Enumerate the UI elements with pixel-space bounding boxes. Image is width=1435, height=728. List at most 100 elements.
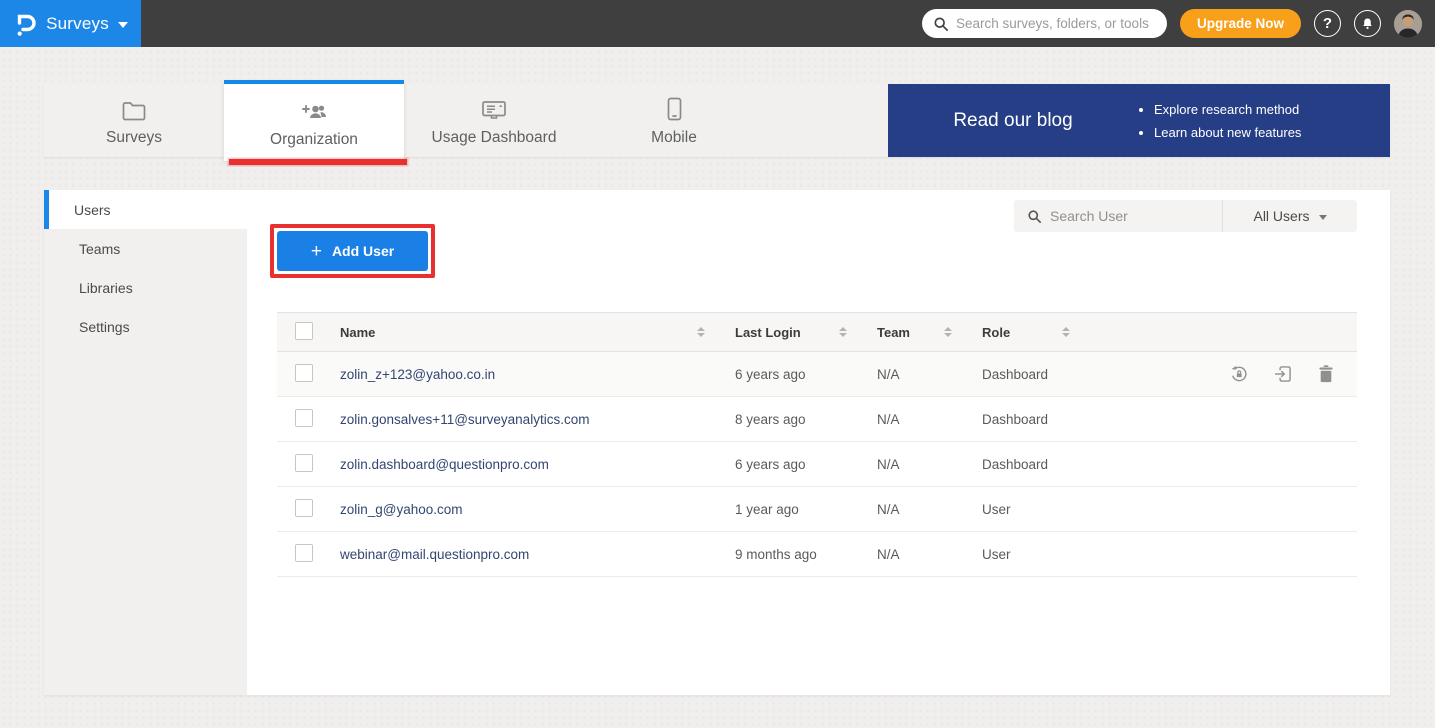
add-user-button-label: Add User bbox=[332, 243, 394, 259]
team-cell: N/A bbox=[861, 457, 966, 472]
users-table-header: Name Last Login Team Role bbox=[277, 312, 1357, 352]
sidebar-item-label: Libraries bbox=[79, 280, 133, 296]
role-cell: Dashboard bbox=[966, 412, 1084, 427]
last-login-cell: 1 year ago bbox=[719, 502, 861, 517]
sidebar-item-label: Settings bbox=[79, 319, 130, 335]
annotation-underline-organization bbox=[229, 159, 407, 165]
sort-icon[interactable] bbox=[839, 327, 847, 337]
tab-organization[interactable]: Organization bbox=[224, 80, 404, 161]
row-checkbox[interactable] bbox=[295, 409, 313, 427]
last-login-cell: 9 months ago bbox=[719, 547, 861, 562]
notifications-bell-icon[interactable] bbox=[1354, 10, 1381, 37]
all-users-dropdown[interactable]: All Users bbox=[1222, 200, 1357, 232]
table-row: zolin.dashboard@questionpro.com 6 years … bbox=[277, 442, 1357, 487]
table-row: zolin_g@yahoo.com 1 year ago N/A User bbox=[277, 487, 1357, 532]
users-table: Name Last Login Team Role bbox=[277, 312, 1357, 577]
table-row: zolin_z+123@yahoo.co.in 6 years ago N/A … bbox=[277, 352, 1357, 397]
tab-surveys[interactable]: Surveys bbox=[44, 84, 224, 157]
last-login-cell: 6 years ago bbox=[719, 457, 861, 472]
sidebar-item-label: Users bbox=[74, 202, 111, 218]
global-search bbox=[922, 9, 1167, 38]
add-people-icon bbox=[300, 97, 328, 123]
dashboard-icon bbox=[481, 95, 507, 121]
tab-label: Surveys bbox=[106, 129, 162, 147]
table-row: webinar@mail.questionpro.com 9 months ag… bbox=[277, 532, 1357, 577]
last-login-cell: 6 years ago bbox=[719, 367, 861, 382]
row-checkbox[interactable] bbox=[295, 454, 313, 472]
organization-sidebar: Users Teams Libraries Settings bbox=[44, 190, 247, 695]
user-email-link[interactable]: zolin_g@yahoo.com bbox=[340, 502, 463, 517]
add-user-button[interactable]: + Add User bbox=[277, 231, 428, 271]
annotation-box-add-user: + Add User bbox=[270, 224, 435, 278]
search-user-input[interactable] bbox=[1050, 208, 1208, 224]
user-avatar[interactable] bbox=[1394, 10, 1422, 38]
plus-icon: + bbox=[311, 242, 322, 261]
mobile-icon bbox=[667, 95, 682, 121]
all-users-dropdown-label: All Users bbox=[1253, 208, 1309, 224]
table-row: zolin.gonsalves+11@surveyanalytics.com 8… bbox=[277, 397, 1357, 442]
tab-label: Organization bbox=[270, 131, 358, 149]
reset-password-icon[interactable] bbox=[1229, 364, 1249, 384]
column-header-last-login: Last Login bbox=[735, 325, 801, 340]
sidebar-item-label: Teams bbox=[79, 241, 120, 257]
sidebar-item-settings[interactable]: Settings bbox=[44, 307, 247, 346]
tab-strip-filler bbox=[764, 84, 888, 157]
folder-icon bbox=[122, 95, 146, 121]
tab-mobile[interactable]: Mobile bbox=[584, 84, 764, 157]
module-tab-strip: Surveys Organization Usage Dashboard bbox=[44, 84, 1390, 157]
upgrade-now-button[interactable]: Upgrade Now bbox=[1180, 9, 1301, 38]
sort-icon[interactable] bbox=[1062, 327, 1070, 337]
column-header-team: Team bbox=[877, 325, 910, 340]
column-header-name: Name bbox=[340, 325, 375, 340]
role-cell: Dashboard bbox=[966, 367, 1084, 382]
search-icon bbox=[1028, 210, 1041, 223]
users-table-body: zolin_z+123@yahoo.co.in 6 years ago N/A … bbox=[277, 352, 1357, 577]
user-email-link[interactable]: zolin.dashboard@questionpro.com bbox=[340, 457, 549, 472]
team-cell: N/A bbox=[861, 547, 966, 562]
row-checkbox[interactable] bbox=[295, 499, 313, 517]
column-header-role: Role bbox=[982, 325, 1010, 340]
blog-banner-title: Read our blog bbox=[888, 110, 1138, 132]
sidebar-item-libraries[interactable]: Libraries bbox=[44, 268, 247, 307]
row-actions bbox=[1084, 364, 1357, 384]
user-email-link[interactable]: zolin.gonsalves+11@surveyanalytics.com bbox=[340, 412, 589, 427]
users-content: All Users + Add User Name Last Login bbox=[247, 190, 1390, 695]
blog-bullet: Explore research method bbox=[1154, 98, 1368, 121]
chevron-down-icon bbox=[118, 22, 128, 28]
sidebar-item-users[interactable]: Users bbox=[44, 190, 247, 229]
help-icon[interactable]: ? bbox=[1314, 10, 1341, 37]
row-checkbox[interactable] bbox=[295, 544, 313, 562]
user-filter-bar: All Users bbox=[1014, 200, 1357, 232]
blog-bullet: Learn about new features bbox=[1154, 121, 1368, 144]
role-cell: User bbox=[966, 502, 1084, 517]
global-search-input[interactable] bbox=[956, 16, 1155, 31]
role-cell: Dashboard bbox=[966, 457, 1084, 472]
team-cell: N/A bbox=[861, 412, 966, 427]
user-email-link[interactable]: zolin_z+123@yahoo.co.in bbox=[340, 367, 495, 382]
top-bar: Surveys Upgrade Now ? bbox=[0, 0, 1435, 47]
blog-banner-bullets: Explore research method Learn about new … bbox=[1138, 98, 1390, 144]
sort-icon[interactable] bbox=[697, 327, 705, 337]
team-cell: N/A bbox=[861, 502, 966, 517]
delete-icon[interactable] bbox=[1317, 364, 1335, 384]
team-cell: N/A bbox=[861, 367, 966, 382]
last-login-cell: 8 years ago bbox=[719, 412, 861, 427]
search-icon bbox=[934, 17, 948, 31]
organization-panel: Users Teams Libraries Settings All Users… bbox=[44, 190, 1390, 695]
tab-usage-dashboard[interactable]: Usage Dashboard bbox=[404, 84, 584, 157]
tab-label: Usage Dashboard bbox=[432, 129, 557, 147]
sort-icon[interactable] bbox=[944, 327, 952, 337]
select-all-checkbox[interactable] bbox=[295, 322, 313, 340]
sidebar-item-teams[interactable]: Teams bbox=[44, 229, 247, 268]
login-as-user-icon[interactable] bbox=[1273, 364, 1293, 384]
product-menu-label: Surveys bbox=[46, 14, 109, 34]
user-search bbox=[1014, 200, 1222, 232]
tab-label: Mobile bbox=[651, 129, 697, 147]
chevron-down-icon bbox=[1319, 215, 1327, 220]
row-checkbox[interactable] bbox=[295, 364, 313, 382]
read-blog-banner[interactable]: Read our blog Explore research method Le… bbox=[888, 84, 1390, 157]
user-email-link[interactable]: webinar@mail.questionpro.com bbox=[340, 547, 529, 562]
questionpro-logo-icon bbox=[13, 10, 37, 38]
product-menu[interactable]: Surveys bbox=[0, 0, 141, 47]
role-cell: User bbox=[966, 547, 1084, 562]
